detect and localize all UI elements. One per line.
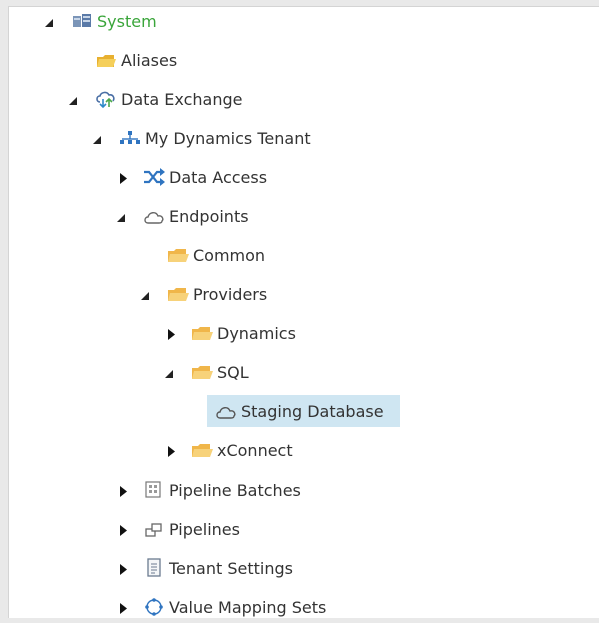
document-settings-icon xyxy=(143,558,165,578)
tree-node-label: xConnect xyxy=(217,441,293,460)
folder-icon xyxy=(191,441,213,461)
tree-node-tenant-settings[interactable]: Tenant Settings xyxy=(9,554,329,584)
tree-node-label: System xyxy=(97,12,157,31)
tree-node-system[interactable]: System xyxy=(9,7,309,37)
tree-node-dynamics[interactable]: Dynamics xyxy=(9,319,329,349)
expand-arrow-icon[interactable] xyxy=(117,172,129,184)
tree-node-data-exchange[interactable]: Data Exchange xyxy=(9,85,309,115)
cloud-exchange-icon xyxy=(95,89,117,109)
tree-node-staging-database[interactable]: Staging Database xyxy=(207,397,400,427)
expand-arrow-icon[interactable] xyxy=(117,602,129,614)
circular-mapping-icon xyxy=(143,597,165,617)
folder-icon xyxy=(191,324,213,344)
tree-node-aliases[interactable]: Aliases xyxy=(9,46,309,76)
tree-node-label: Data Exchange xyxy=(121,90,243,109)
tree-node-pipeline-batches[interactable]: Pipeline Batches xyxy=(9,476,349,506)
content-tree: System Aliases Data Exchange My Dynamics… xyxy=(9,7,599,618)
tree-node-label: SQL xyxy=(217,363,249,382)
tree-node-label: Endpoints xyxy=(169,207,249,226)
tenant-hierarchy-icon xyxy=(119,128,141,148)
tree-node-providers[interactable]: Providers xyxy=(9,280,309,310)
tree-node-common[interactable]: Common xyxy=(9,241,309,271)
tree-node-my-dynamics-tenant[interactable]: My Dynamics Tenant xyxy=(9,124,349,154)
collapse-arrow-icon[interactable] xyxy=(139,290,151,302)
expand-arrow-icon[interactable] xyxy=(117,485,129,497)
tree-node-data-access[interactable]: Data Access xyxy=(9,163,309,193)
tree-node-label: Value Mapping Sets xyxy=(169,598,327,617)
tree-node-xconnect[interactable]: xConnect xyxy=(9,436,329,466)
tree-node-label: Pipelines xyxy=(169,520,240,539)
tree-node-label: Providers xyxy=(193,285,268,304)
tree-node-endpoints[interactable]: Endpoints xyxy=(9,202,309,232)
cloud-icon xyxy=(143,207,165,227)
cloud-icon xyxy=(215,402,237,422)
collapse-arrow-icon[interactable] xyxy=(43,17,55,29)
folder-icon xyxy=(191,363,213,383)
database-stack-icon xyxy=(71,11,93,31)
pipeline-batches-icon xyxy=(143,480,165,500)
pipelines-icon xyxy=(143,520,165,540)
tree-node-label: Dynamics xyxy=(217,324,296,343)
content-tree-panel: System Aliases Data Exchange My Dynamics… xyxy=(8,6,599,618)
tree-node-label: Aliases xyxy=(121,51,178,70)
expand-arrow-icon[interactable] xyxy=(117,524,129,536)
collapse-arrow-icon[interactable] xyxy=(67,95,79,107)
tree-node-sql[interactable]: SQL xyxy=(9,358,309,388)
tree-node-label: Data Access xyxy=(169,168,268,187)
collapse-arrow-icon[interactable] xyxy=(91,134,103,146)
folder-icon xyxy=(95,51,117,71)
collapse-arrow-icon[interactable] xyxy=(163,368,175,380)
shuffle-icon xyxy=(143,167,165,187)
tree-node-label: My Dynamics Tenant xyxy=(145,129,311,148)
tree-node-label: Common xyxy=(193,246,266,265)
expand-arrow-icon[interactable] xyxy=(165,328,177,340)
tree-node-label: Staging Database xyxy=(241,402,384,421)
tree-node-label: Pipeline Batches xyxy=(169,481,301,500)
folder-icon xyxy=(167,246,189,266)
folder-icon xyxy=(167,285,189,305)
collapse-arrow-icon[interactable] xyxy=(115,212,127,224)
expand-arrow-icon[interactable] xyxy=(165,445,177,457)
tree-node-value-mapping-sets[interactable]: Value Mapping Sets xyxy=(9,593,349,623)
tree-node-label: Tenant Settings xyxy=(169,559,293,578)
expand-arrow-icon[interactable] xyxy=(117,563,129,575)
tree-node-pipelines[interactable]: Pipelines xyxy=(9,515,309,545)
